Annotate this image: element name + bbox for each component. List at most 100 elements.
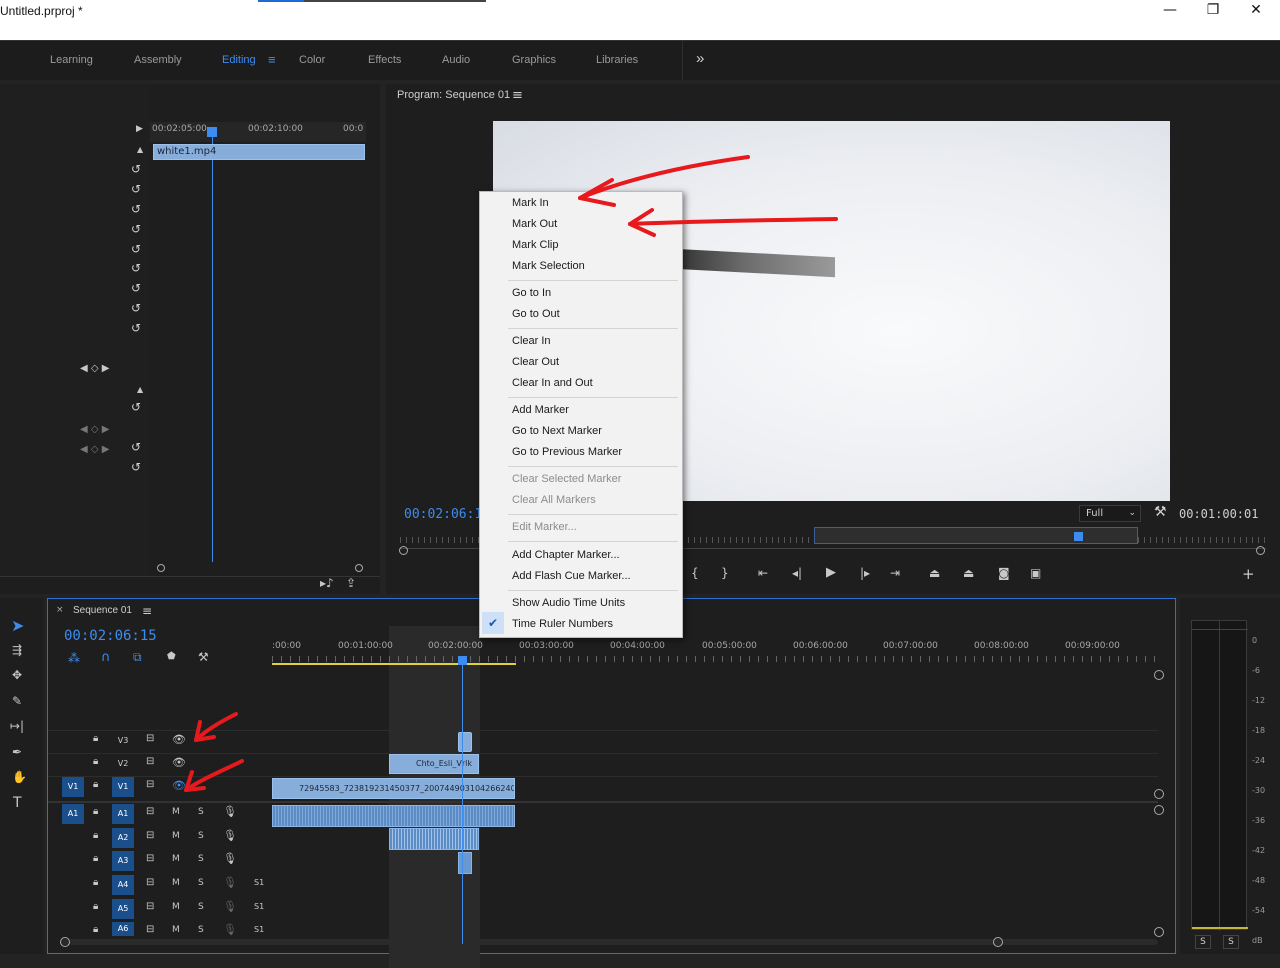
program-timecode[interactable]: 00:02:06:15 (404, 507, 490, 522)
keyframe-nav-icon[interactable]: ◀ ◇ ▶ (80, 363, 109, 374)
minimize-button[interactable]: — (1150, 2, 1190, 20)
keyframe-nav-icon[interactable]: ◀ ◇ ▶ (80, 444, 109, 455)
program-menu-icon[interactable]: ≡ (512, 88, 523, 103)
menu-item-add-marker[interactable]: Add Marker (512, 404, 569, 416)
vertical-scroll-handle[interactable] (1154, 927, 1164, 937)
lock-icon[interactable]: 🔒︎ (93, 922, 98, 935)
timeline-ruler[interactable]: :00:00 00:01:00:00 00:02:00:00 00:03:00:… (272, 626, 1157, 968)
microphone-icon[interactable]: 🎙︎ (223, 923, 237, 936)
linked-selection-icon[interactable]: ⧉ (133, 650, 142, 665)
export-icon[interactable]: ⇪ (346, 576, 356, 590)
source-patch-v1[interactable]: V1 (62, 777, 84, 797)
close-window-button[interactable]: ✕ (1236, 2, 1276, 20)
menu-item-go-to-next-marker[interactable]: Go to Next Marker (512, 425, 602, 437)
reset-icon[interactable]: ↺ (131, 281, 141, 295)
track-label-a2[interactable]: A2 (112, 828, 134, 848)
vertical-scroll-handle[interactable] (1154, 670, 1164, 680)
hand-tool-icon[interactable]: ✋ (12, 770, 27, 784)
menu-item-add-chapter-marker[interactable]: Add Chapter Marker... (512, 549, 620, 561)
vertical-scroll-handle[interactable] (1154, 789, 1164, 799)
reset-icon[interactable]: ↺ (131, 182, 141, 196)
sync-lock-icon[interactable]: ⊟ (146, 830, 154, 841)
maximize-button[interactable]: ❐ (1193, 2, 1233, 20)
microphone-icon[interactable]: 🎙︎ (223, 805, 237, 818)
program-playhead-icon[interactable] (1074, 532, 1083, 541)
solo-button[interactable]: S (198, 831, 204, 841)
v3-clip[interactable] (458, 732, 472, 752)
mute-button[interactable]: M (172, 854, 180, 864)
reset-icon[interactable]: ↺ (131, 242, 141, 256)
scroll-handle-left[interactable] (60, 937, 70, 947)
track-label-a5[interactable]: A5 (112, 899, 134, 919)
razor-tool-icon[interactable]: ✎ (12, 694, 22, 708)
reset-icon[interactable]: ↺ (131, 202, 141, 216)
microphone-icon[interactable]: 🎙︎ (223, 876, 237, 889)
track-label-v1[interactable]: V1 (112, 777, 134, 797)
menu-item-go-to-previous-marker[interactable]: Go to Previous Marker (512, 446, 622, 458)
lock-icon[interactable]: 🔒︎ (93, 828, 98, 841)
menu-item-clear-in[interactable]: Clear In (512, 335, 551, 347)
workspace-tab-color[interactable]: Color (299, 54, 325, 66)
track-label-a1[interactable]: A1 (112, 804, 134, 824)
workspace-tab-editing[interactable]: Editing (222, 54, 256, 66)
track-label-a6[interactable]: A6 (112, 922, 134, 936)
mark-in-icon[interactable]: { (691, 566, 699, 580)
menu-item-add-flash-cue-marker[interactable]: Add Flash Cue Marker... (512, 570, 631, 582)
settings-wrench-icon[interactable]: ⚒ (1154, 504, 1167, 520)
reset-icon[interactable]: ↺ (131, 162, 141, 176)
track-label-v3[interactable]: V3 (112, 731, 134, 751)
track-label-a4[interactable]: A4 (112, 875, 134, 895)
menu-item-mark-in[interactable]: Mark In (512, 197, 549, 209)
timeline-menu-icon[interactable]: ≡ (142, 604, 152, 618)
track-select-tool-icon[interactable]: ⇶ (12, 643, 22, 657)
lock-icon[interactable]: 🔒︎ (93, 804, 98, 817)
step-back-icon[interactable]: ◂| (792, 566, 802, 580)
workspace-menu-icon[interactable]: ≡ (268, 52, 276, 67)
v2-clip[interactable]: Chto_Esli_Vrlk (389, 754, 479, 774)
menu-item-mark-clip[interactable]: Mark Clip (512, 239, 558, 251)
a3-clip[interactable] (458, 852, 472, 874)
microphone-icon[interactable]: 🎙︎ (223, 852, 237, 865)
sync-lock-icon[interactable]: ⊟ (146, 877, 154, 888)
lock-icon[interactable]: 🔒︎ (93, 777, 98, 790)
track-label-v2[interactable]: V2 (112, 754, 134, 774)
sync-lock-icon[interactable]: ⊟ (146, 924, 154, 935)
scroll-handle-left[interactable] (157, 564, 165, 572)
mute-button[interactable]: M (172, 831, 180, 841)
timeline-timecode[interactable]: 00:02:06:15 (64, 628, 157, 644)
play-icon[interactable]: ▶ (826, 565, 836, 580)
menu-item-go-to-in[interactable]: Go to In (512, 287, 551, 299)
mute-button[interactable]: M (172, 902, 180, 912)
source-patch-a1[interactable]: A1 (62, 804, 84, 824)
sequence-tab[interactable]: Sequence 01 (73, 605, 132, 616)
reset-icon[interactable]: ↺ (131, 222, 141, 236)
collapse-arrow-icon[interactable]: ▲ (137, 145, 143, 154)
program-monitor-title[interactable]: Program: Sequence 01 (397, 89, 510, 101)
scroll-handle-right[interactable] (1256, 546, 1265, 555)
selection-tool-icon[interactable]: ➤ (11, 616, 24, 635)
slip-tool-icon[interactable]: ↦| (10, 719, 24, 733)
menu-item-clear-in-and-out[interactable]: Clear In and Out (512, 377, 593, 389)
solo-button[interactable]: S (198, 807, 204, 817)
microphone-icon[interactable]: 🎙︎ (223, 829, 237, 842)
source-clip[interactable]: white1.mp4 (153, 144, 365, 160)
type-tool-icon[interactable]: T (13, 795, 22, 811)
go-to-out-icon[interactable]: ⇥ (890, 566, 900, 580)
vertical-scroll-handle[interactable] (1154, 805, 1164, 815)
a1-clip[interactable] (272, 805, 515, 827)
workspace-tab-libraries[interactable]: Libraries (596, 54, 638, 66)
extract-icon[interactable]: ⏏ (963, 566, 974, 580)
mute-button[interactable]: M (172, 878, 180, 888)
lock-icon[interactable]: 🔒︎ (93, 731, 98, 744)
eye-hidden-icon[interactable]: 👁︎ (172, 779, 186, 792)
menu-item-mark-out[interactable]: Mark Out (512, 218, 557, 230)
menu-item-show-audio-time-units[interactable]: Show Audio Time Units (512, 597, 625, 609)
v1-clip[interactable]: 72945583_723819231450377_200744903104266… (272, 778, 515, 799)
snap-magnet-icon[interactable]: ∩ (101, 650, 111, 665)
collapse-arrow-icon[interactable]: ▲ (137, 385, 143, 394)
ripple-edit-tool-icon[interactable]: ✥ (12, 668, 22, 682)
sync-lock-icon[interactable]: ⊟ (146, 853, 154, 864)
eye-icon[interactable]: 👁︎ (172, 756, 186, 769)
workspace-tab-learning[interactable]: Learning (50, 54, 93, 66)
a2-clip[interactable] (389, 828, 479, 850)
